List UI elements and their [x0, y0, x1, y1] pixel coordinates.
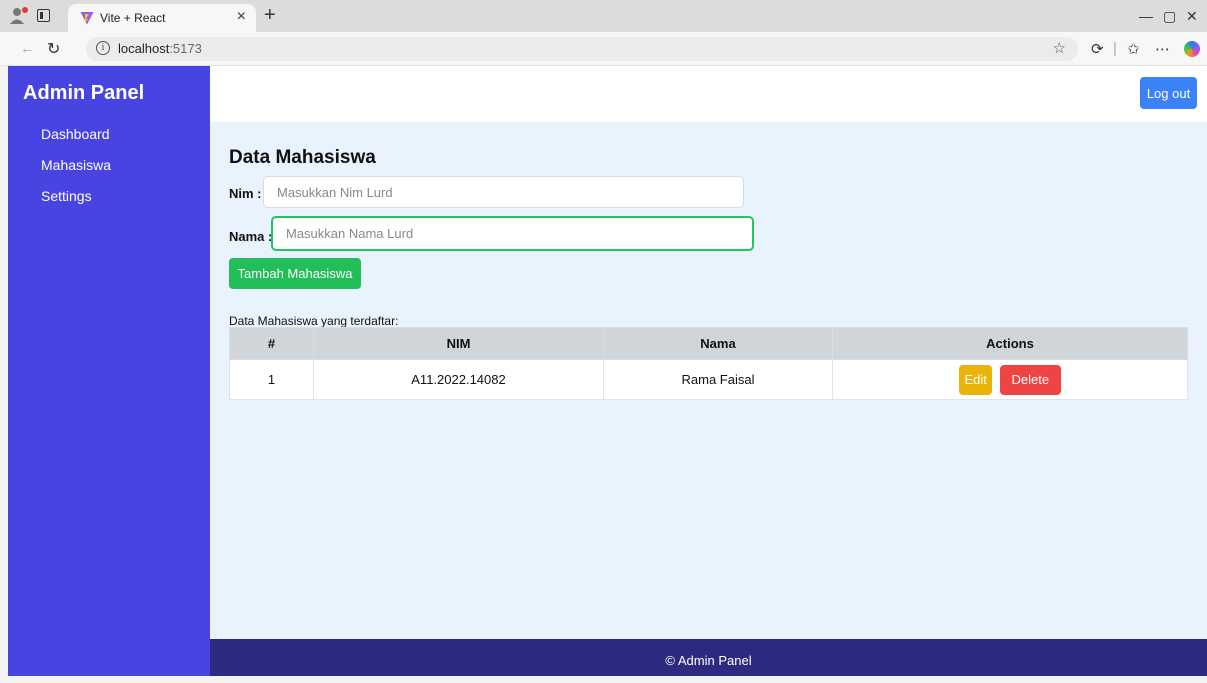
- mahasiswa-table: # NIM Nama Actions 1 A11.2022.14082 Rama…: [229, 327, 1188, 400]
- favorite-star-icon[interactable]: ☆: [1053, 39, 1066, 57]
- close-window-icon[interactable]: ✕: [1186, 8, 1198, 25]
- reload-icon[interactable]: ↻: [47, 39, 60, 59]
- minimize-icon[interactable]: —: [1139, 8, 1153, 24]
- cell-actions: Edit Delete: [832, 359, 1188, 400]
- back-icon[interactable]: ←: [20, 40, 35, 57]
- nama-input[interactable]: [271, 216, 754, 251]
- divider: |: [1113, 40, 1117, 57]
- browser-addressbar: ← ↻ i localhost:5173 ☆ ⟳ | ✩ ⋯: [0, 32, 1207, 66]
- profile-icon[interactable]: [8, 6, 30, 26]
- table-caption: Data Mahasiswa yang terdaftar:: [229, 314, 399, 328]
- more-icon[interactable]: ⋯: [1155, 40, 1170, 58]
- restore-icon[interactable]: ▢: [1163, 8, 1176, 25]
- footer: © Admin Panel: [210, 639, 1207, 676]
- copilot-icon[interactable]: [1184, 41, 1200, 57]
- add-mahasiswa-button[interactable]: Tambah Mahasiswa: [229, 258, 361, 289]
- col-header-nim: NIM: [313, 327, 604, 360]
- edit-button[interactable]: Edit: [959, 364, 993, 395]
- col-header-number: #: [229, 327, 314, 360]
- col-header-nama: Nama: [603, 327, 833, 360]
- favorites-icon[interactable]: ✩: [1127, 40, 1140, 58]
- url-bar[interactable]: i localhost:5173 ☆: [86, 37, 1078, 61]
- delete-button[interactable]: Delete: [999, 364, 1061, 395]
- top-header: Log out: [210, 66, 1207, 122]
- col-header-actions: Actions: [832, 327, 1188, 360]
- refresh-extension-icon[interactable]: ⟳: [1091, 40, 1104, 58]
- sidebar-brand: Admin Panel: [23, 82, 145, 104]
- sidebar-item-settings[interactable]: Settings: [41, 188, 92, 204]
- close-tab-icon[interactable]: ×: [237, 8, 246, 26]
- cell-nama: Rama Faisal: [603, 359, 833, 400]
- browser-tabbar: Vite + React × + — ▢ ✕: [0, 0, 1207, 32]
- cell-number: 1: [229, 359, 314, 400]
- nama-label: Nama :: [229, 229, 273, 244]
- browser-tab[interactable]: Vite + React ×: [68, 4, 256, 32]
- logout-button[interactable]: Log out: [1140, 77, 1197, 109]
- sidebar: Admin Panel Dashboard Mahasiswa Settings: [8, 66, 210, 676]
- sidebar-item-dashboard[interactable]: Dashboard: [41, 126, 110, 142]
- page-title: Data Mahasiswa: [229, 147, 376, 168]
- new-tab-icon[interactable]: +: [264, 4, 276, 27]
- table-header-row: # NIM Nama Actions: [229, 327, 1188, 360]
- info-icon[interactable]: i: [96, 41, 110, 55]
- nim-label: Nim :: [229, 186, 262, 201]
- url-text: localhost:5173: [118, 41, 202, 56]
- vite-icon: [80, 12, 94, 25]
- nim-input[interactable]: [263, 176, 744, 208]
- main-content: Data Mahasiswa Nim : Nama : Tambah Mahas…: [210, 122, 1207, 639]
- cell-nim: A11.2022.14082: [313, 359, 604, 400]
- tab-actions-icon[interactable]: [37, 9, 50, 22]
- table-row: 1 A11.2022.14082 Rama Faisal Edit Delete: [229, 359, 1188, 400]
- sidebar-item-mahasiswa[interactable]: Mahasiswa: [41, 157, 111, 173]
- tab-title: Vite + React: [100, 11, 166, 25]
